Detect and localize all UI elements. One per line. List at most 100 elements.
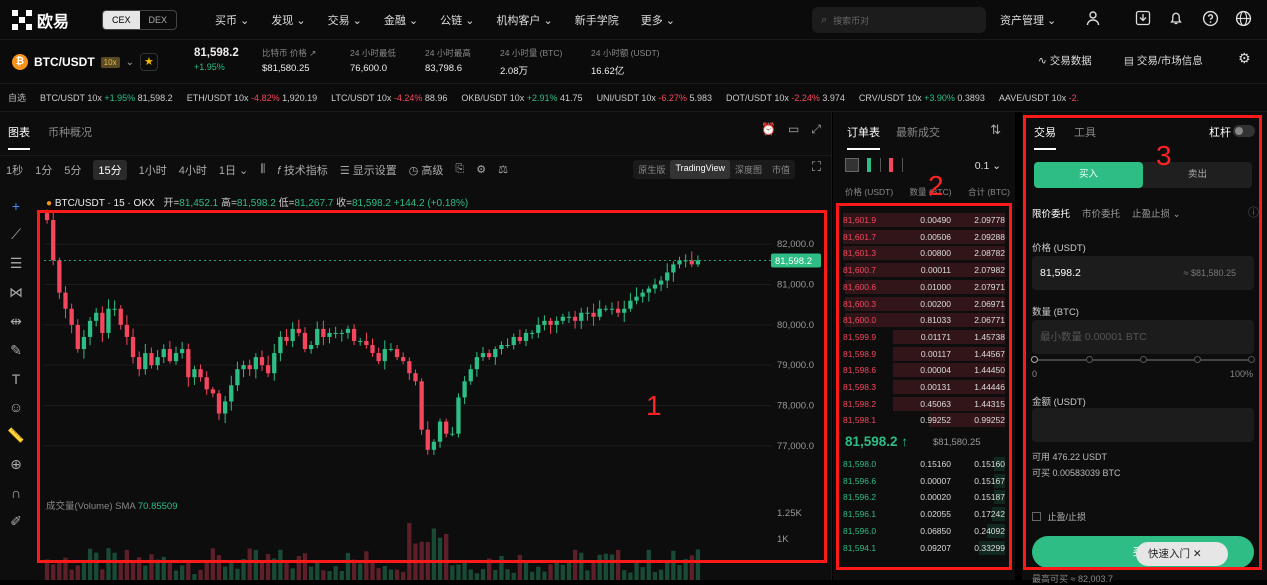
window-icon[interactable]: ▭	[788, 122, 799, 137]
menu-trade[interactable]: 交易 ⌄	[328, 12, 362, 28]
tab-coin-overview[interactable]: 币种概况	[48, 124, 92, 150]
globe-icon[interactable]	[1234, 10, 1252, 28]
favorite-price: 3.974	[822, 92, 845, 103]
search-input[interactable]: ⌕ 搜索币对	[812, 7, 986, 33]
pattern-icon[interactable]: ⋈	[9, 284, 23, 301]
download-icon[interactable]	[1134, 10, 1152, 28]
volume-bar	[222, 566, 228, 580]
candle-type-icon[interactable]: ⫼	[260, 163, 265, 176]
view-market-cap[interactable]: 市值	[767, 160, 795, 179]
interval-1h[interactable]: 1小时	[139, 162, 167, 178]
favorite-item[interactable]: DOT/USDT 10x -2.24% 3.974	[726, 93, 845, 103]
volume-bar	[186, 561, 191, 580]
volume-bar	[339, 570, 344, 580]
favorite-star-icon[interactable]: ★	[139, 53, 158, 71]
cex-dex-switch[interactable]: CEX DEX	[102, 9, 178, 30]
orderbook-settings-icon[interactable]: ⇅	[990, 122, 1001, 138]
magnet-icon[interactable]: ∩	[11, 485, 21, 501]
interval-4h[interactable]: 4小时	[179, 162, 207, 178]
display-settings-button[interactable]: ☰ 显示设置	[340, 162, 397, 178]
fullscreen-icon[interactable]: ⛶	[812, 159, 821, 175]
chart-settings-icon[interactable]: ⚙	[476, 163, 486, 176]
interval-5m[interactable]: 5分	[64, 162, 81, 178]
tab-order-book[interactable]: 订单表	[847, 124, 880, 150]
menu-institutional[interactable]: 机构客户 ⌄	[496, 12, 552, 28]
layout-both-icon[interactable]	[845, 158, 859, 172]
menu-finance[interactable]: 金融 ⌄	[384, 12, 418, 28]
favorite-item[interactable]: OKB/USDT 10x +2.91% 41.75	[461, 93, 582, 103]
layout-asks-icon[interactable]	[889, 158, 903, 172]
zoom-icon[interactable]: ⊕	[10, 456, 22, 473]
volume-bar	[462, 560, 467, 580]
volume-bar	[333, 566, 338, 580]
assets-menu[interactable]: 资产管理 ⌄	[1000, 12, 1056, 28]
volume-bar	[542, 571, 547, 580]
interval-1s[interactable]: 1秒	[6, 162, 23, 178]
index-price-label[interactable]: 比特币 价格 ↗	[262, 47, 316, 59]
favorites-label[interactable]: 自选	[8, 91, 26, 104]
favorite-item[interactable]: UNI/USDT 10x -6.27% 5.983	[597, 93, 712, 103]
favorite-item[interactable]: CRV/USDT 10x +3.90% 0.3893	[859, 93, 985, 103]
user-icon[interactable]	[1084, 10, 1102, 28]
interval-15m[interactable]: 15分	[93, 159, 127, 180]
market-info-label: 交易/市场信息	[1136, 55, 1203, 67]
crosshair-icon[interactable]: +	[12, 198, 20, 214]
layout-bids-icon[interactable]	[867, 158, 881, 172]
menu-discover[interactable]: 发现 ⌄	[271, 12, 305, 28]
volume-bar	[548, 564, 553, 580]
menu-learn[interactable]: 新手学院	[575, 12, 619, 28]
cex-toggle[interactable]: CEX	[103, 10, 140, 29]
price-step-select[interactable]: 0.1 ⌄	[975, 160, 1001, 172]
interval-1m[interactable]: 1分	[35, 162, 52, 178]
volume-bar	[591, 560, 596, 580]
volume-bar	[284, 562, 289, 580]
compare-icon[interactable]: ⚖	[498, 163, 508, 176]
fib-icon[interactable]: ⇹	[10, 313, 22, 330]
volume-bar	[480, 569, 486, 580]
advanced-button[interactable]: ◷ 高级	[409, 162, 444, 178]
lock-drawings-icon[interactable]: ✐	[10, 513, 22, 530]
indicators-label: 技术指标	[283, 164, 328, 177]
trading-data-label: 交易数据	[1049, 55, 1092, 67]
view-tradingview[interactable]: TradingView	[670, 160, 730, 179]
market-info-button[interactable]: ▤ 交易/市场信息	[1124, 53, 1203, 68]
volume-bar	[493, 569, 498, 580]
menu-chain[interactable]: 公链 ⌄	[440, 12, 474, 28]
alert-icon[interactable]: ⏰	[761, 122, 776, 137]
menu-more[interactable]: 更多 ⌄	[641, 12, 675, 28]
menu-buy-crypto[interactable]: 买币 ⌄	[215, 12, 249, 28]
dex-toggle[interactable]: DEX	[140, 11, 177, 29]
text-icon[interactable]: T	[12, 371, 21, 387]
volume-24h-value: 2.08万	[500, 66, 528, 77]
tab-chart[interactable]: 图表	[8, 124, 30, 150]
template-icon[interactable]: ⎘	[455, 163, 464, 176]
tab-latest-trades[interactable]: 最新成交	[896, 124, 940, 150]
trendline-icon[interactable]: ⟋	[11, 226, 21, 243]
settings-gear-icon[interactable]: ⚙	[1238, 50, 1251, 67]
document-icon: ▤	[1124, 55, 1134, 67]
volume-bar	[554, 561, 559, 580]
favorite-item[interactable]: ETH/USDT 10x -4.82% 1,920.19	[187, 93, 317, 103]
favorite-item[interactable]: LTC/USDT 10x -4.24% 88.96	[331, 93, 447, 103]
view-depth[interactable]: 深度图	[730, 160, 767, 179]
horizontal-lines-icon[interactable]: ☰	[10, 255, 23, 272]
expand-icon[interactable]: ⤢	[811, 122, 821, 137]
volume-bar	[173, 570, 179, 580]
view-native[interactable]: 原生版	[633, 160, 670, 179]
favorite-pair: AAVE/USDT 10x	[998, 92, 1069, 103]
volume-bar	[327, 571, 332, 580]
favorite-item[interactable]: AAVE/USDT 10x -2.	[999, 93, 1079, 103]
pair-selector[interactable]: ₿ BTC/USDT 10x ⌄ ★	[12, 53, 158, 71]
brush-icon[interactable]: ✎	[10, 342, 22, 359]
volume-bar	[57, 562, 62, 580]
interval-1d[interactable]: 1日 ⌄	[219, 162, 248, 178]
ruler-icon[interactable]: 📏	[7, 427, 24, 444]
high-24h-value: 83,798.6	[425, 63, 462, 74]
help-icon[interactable]	[1201, 10, 1219, 28]
emoji-icon[interactable]: ☺	[9, 399, 23, 415]
favorite-item[interactable]: BTC/USDT 10x +1.95% 81,598.2	[40, 93, 173, 103]
trading-data-button[interactable]: ∿ 交易数据	[1038, 53, 1092, 68]
brand-logo[interactable]: 欧易	[12, 8, 90, 32]
bell-icon[interactable]	[1167, 10, 1185, 28]
indicators-button[interactable]: 𝑓 技术指标	[277, 162, 327, 178]
